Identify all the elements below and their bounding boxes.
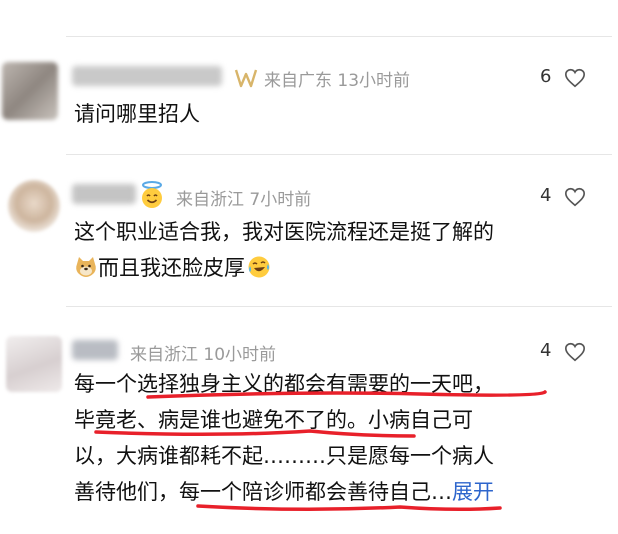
username-blurred[interactable] xyxy=(72,340,118,360)
heart-outline-icon[interactable] xyxy=(564,67,586,89)
like-count: 4 xyxy=(540,340,552,361)
comment-meta: 来自浙江 7小时前 xyxy=(176,190,312,210)
comment-text-segment: 善待他们，每一个陪诊师都会善待自己… xyxy=(74,480,452,504)
like-count: 6 xyxy=(540,66,552,87)
comment-text: 这个职业适合我，我对医院流程还是挺了解的 xyxy=(74,220,494,244)
comment-meta: 来自浙江 10小时前 xyxy=(130,345,277,365)
heart-outline-icon[interactable] xyxy=(564,341,586,363)
username-blurred[interactable] xyxy=(72,66,222,86)
comment-text-segment: 而且我还脸皮厚 xyxy=(98,256,245,280)
divider xyxy=(66,154,612,155)
comment-text: 请问哪里招人 xyxy=(74,102,200,126)
avatar[interactable] xyxy=(2,62,58,120)
divider xyxy=(66,306,612,307)
comment-text: 以，大病谁都耗不起………只是愿每一个病人 xyxy=(74,444,494,468)
comment-text-line: 善待他们，每一个陪诊师都会善待自己…展开 xyxy=(74,474,494,510)
comment-meta: 来自广东 13小时前 xyxy=(264,71,411,91)
comment-text-line: 而且我还脸皮厚 xyxy=(74,250,271,286)
laugh-cry-emoji xyxy=(248,256,270,278)
expand-link[interactable]: 展开 xyxy=(452,480,494,504)
vip-badge-icon xyxy=(234,69,258,88)
avatar[interactable] xyxy=(8,180,60,232)
username-blurred[interactable] xyxy=(72,184,136,204)
comment-text: 每一个选择独身主义的都会有需要的一天吧， xyxy=(74,372,494,396)
divider xyxy=(66,36,612,37)
comment-text: 毕竟老、病是谁也避免不了的。小病自己可 xyxy=(74,408,473,432)
avatar[interactable] xyxy=(6,336,62,392)
heart-outline-icon[interactable] xyxy=(564,186,586,208)
doge-emoji xyxy=(76,257,96,277)
like-count: 4 xyxy=(540,185,552,206)
halo-smile-emoji xyxy=(142,181,162,208)
